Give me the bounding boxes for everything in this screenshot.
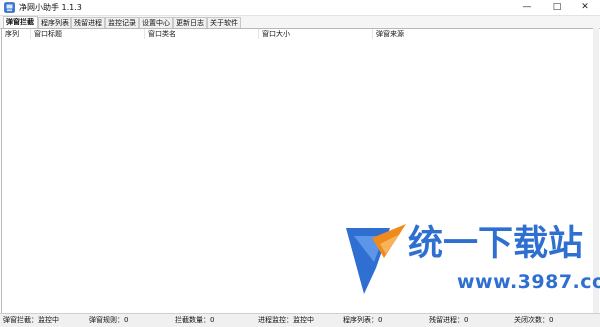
status-block-count: 拦截数量：0 <box>175 316 215 324</box>
status-close-count: 关闭次数：0 <box>514 316 554 324</box>
title-bar: 净网小助手 1.1.3 — □ ✕ <box>0 0 600 16</box>
close-button[interactable]: ✕ <box>570 0 600 15</box>
status-process-monitor: 进程监控：监控中 <box>258 316 314 324</box>
minimize-icon: — <box>522 2 532 12</box>
window-title: 净网小助手 1.1.3 <box>19 3 82 12</box>
tab-monitor-log[interactable]: 监控记录 <box>105 17 139 28</box>
close-icon: ✕ <box>581 2 589 12</box>
status-program-list: 程序列表：0 <box>343 316 383 324</box>
tab-settings[interactable]: 设置中心 <box>139 17 173 28</box>
tab-about[interactable]: 关于软件 <box>207 17 241 28</box>
status-popup-rules: 弹窗规则：0 <box>89 316 129 324</box>
tab-changelog[interactable]: 更新日志 <box>173 17 207 28</box>
status-popup-block: 弹窗拦截：监控中 <box>3 316 59 324</box>
maximize-icon: □ <box>552 2 562 12</box>
watermark-url: www.3987.com <box>457 271 600 293</box>
tab-popup-block[interactable]: 弹窗拦截 <box>3 16 38 28</box>
maximize-button[interactable]: □ <box>542 0 572 15</box>
minimize-button[interactable]: — <box>512 0 542 15</box>
column-header-window-class[interactable]: 窗口类名 <box>145 29 259 39</box>
watermark: 统一下载站 www.3987.com <box>344 222 600 298</box>
tab-residual-process[interactable]: 残留进程 <box>71 17 105 28</box>
watermark-logo-icon <box>346 224 406 294</box>
column-header-window-size[interactable]: 窗口大小 <box>259 29 373 39</box>
app-icon <box>4 2 15 13</box>
tab-program-list[interactable]: 程序列表 <box>38 17 71 28</box>
column-header-popup-source[interactable]: 弹窗来源 <box>373 29 594 39</box>
status-bar: 弹窗拦截：监控中 弹窗规则：0 拦截数量：0 进程监控：监控中 程序列表：0 残… <box>0 313 600 327</box>
column-header-window-title[interactable]: 窗口标题 <box>31 29 145 39</box>
watermark-brand: 统一下载站 <box>408 223 584 264</box>
column-header-index[interactable]: 序列 <box>2 29 31 39</box>
status-residual-process: 残留进程：0 <box>429 316 469 324</box>
